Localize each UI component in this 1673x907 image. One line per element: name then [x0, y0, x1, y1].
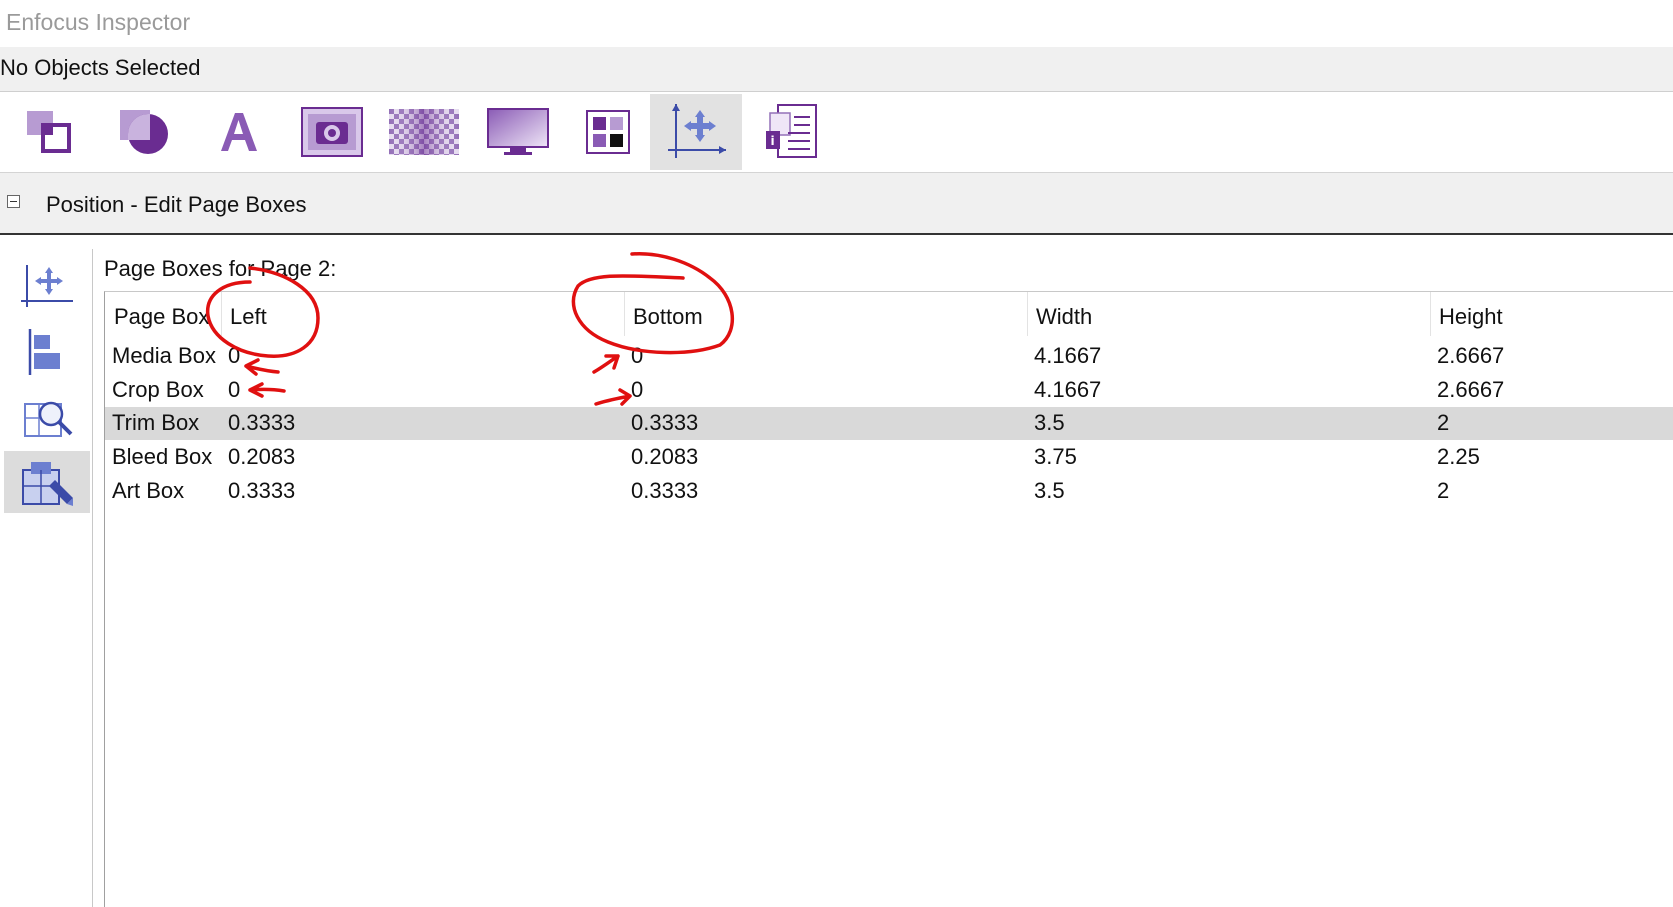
column-separator [1430, 292, 1431, 336]
title-bar: Enfocus Inspector [0, 0, 1673, 47]
toolbar-position-button[interactable] [650, 94, 742, 170]
transparency-icon [389, 109, 459, 155]
cell-width: 3.5 [1034, 478, 1065, 503]
cell-width: 4.1667 [1034, 343, 1102, 368]
toolbar-transparency-button[interactable] [378, 94, 470, 170]
cell-bottom: 0 [631, 377, 644, 402]
table-row[interactable]: Bleed Box 0.2083 0.2083 3.75 2.25 [105, 441, 1673, 474]
table-row[interactable]: Art Box 0.3333 0.3333 3.5 2 [105, 475, 1673, 508]
cell-width: 3.75 [1034, 444, 1077, 469]
column-header-bottom[interactable]: Bottom [633, 304, 703, 332]
column-header-width[interactable]: Width [1036, 304, 1092, 332]
cell-bottom: 0.3333 [631, 478, 699, 503]
shape-fill-icon [120, 110, 168, 154]
column-separator [1027, 292, 1028, 336]
page-boxes-label: Page Boxes for Page 2: [104, 256, 337, 281]
color-swatches-icon [586, 110, 630, 154]
column-separator [624, 292, 625, 336]
collapse-toggle[interactable] [7, 195, 20, 208]
cell-page-box: Crop Box [112, 377, 204, 402]
cell-page-box: Bleed Box [112, 444, 213, 469]
cell-width: 4.1667 [1034, 377, 1102, 402]
cell-left: 0 [228, 343, 241, 368]
selection-status: No Objects Selected [0, 55, 201, 80]
column-header-left[interactable]: Left [230, 304, 267, 332]
toolbar-document-info-button[interactable]: i [746, 94, 838, 170]
table-row[interactable]: Media Box 0 0 4.1667 2.6667 [105, 340, 1673, 373]
image-camera-icon [301, 107, 363, 157]
move-icon [21, 265, 73, 307]
cell-left: 0 [228, 377, 241, 402]
section-title: Position - Edit Page Boxes [46, 192, 307, 217]
column-header-page-box[interactable]: Page Box [114, 304, 209, 332]
window-title: Enfocus Inspector [6, 9, 191, 35]
toolbar-color-button[interactable] [562, 94, 654, 170]
cell-page-box: Media Box [112, 343, 216, 368]
cell-height: 2.25 [1437, 444, 1480, 469]
toolbar-display-button[interactable] [472, 94, 564, 170]
cell-bottom: 0.3333 [631, 410, 699, 435]
text-icon [221, 113, 257, 151]
page-boxes-table: Page Box Left Bottom Width Height Media … [104, 291, 1673, 907]
page-zoom-icon [24, 401, 73, 437]
position-sidebar [0, 249, 93, 907]
table-row[interactable]: Crop Box 0 0 4.1667 2.6667 [105, 374, 1673, 407]
column-header-height[interactable]: Height [1439, 304, 1503, 332]
sidebar-item-move[interactable] [4, 255, 90, 317]
position-icon [668, 104, 726, 158]
cell-height: 2 [1437, 410, 1450, 435]
cell-bottom: 0.2083 [631, 444, 699, 469]
cell-width: 3.5 [1034, 410, 1065, 435]
column-separator [221, 292, 222, 336]
toolbar-object-button[interactable] [2, 94, 94, 170]
cell-page-box: Trim Box [112, 410, 200, 435]
section-header: Position - Edit Page Boxes [0, 173, 1673, 235]
cell-page-box: Art Box [112, 478, 185, 503]
toolbar-fill-button[interactable] [98, 94, 190, 170]
sidebar-item-edit-page-boxes[interactable] [4, 451, 90, 513]
toolbar-text-button[interactable] [192, 94, 284, 170]
object-arrange-icon [27, 111, 71, 153]
cell-left: 0.3333 [228, 478, 296, 503]
cell-left: 0.3333 [228, 410, 296, 435]
sidebar-item-align[interactable] [4, 321, 90, 383]
align-icon [28, 329, 60, 375]
table-row-selected[interactable]: Trim Box 0.3333 0.3333 3.5 2 [105, 407, 1673, 440]
cell-height: 2.6667 [1437, 377, 1505, 402]
svg-text:i: i [771, 134, 775, 148]
display-monitor-icon [487, 108, 549, 155]
sidebar-item-page-zoom[interactable] [4, 387, 90, 449]
selection-status-bar: No Objects Selected [0, 47, 1673, 92]
inspector-toolbar: i [0, 92, 1673, 173]
cell-left: 0.2083 [228, 444, 296, 469]
document-info-icon: i [766, 104, 817, 158]
cell-bottom: 0 [631, 343, 644, 368]
toolbar-image-button[interactable] [286, 94, 378, 170]
edit-page-boxes-icon [22, 462, 73, 506]
cell-height: 2 [1437, 478, 1450, 503]
cell-height: 2.6667 [1437, 343, 1505, 368]
